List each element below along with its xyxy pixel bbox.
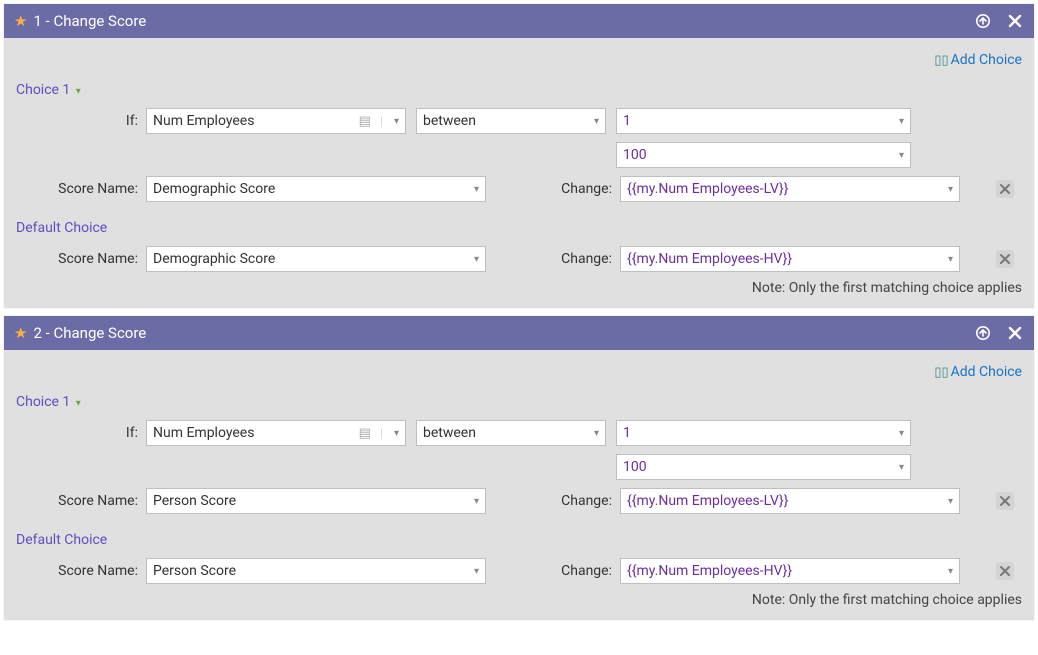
- default-score-name-select[interactable]: Person Score ▾: [146, 558, 486, 584]
- panel-header[interactable]: ★ 1 - Change Score: [4, 4, 1034, 38]
- change-select[interactable]: {{my.Num Employees-LV}} ▾: [620, 488, 960, 514]
- panel-header[interactable]: ★ 2 - Change Score: [4, 316, 1034, 350]
- note-text: Note: Only the first matching choice app…: [16, 280, 1022, 296]
- change-select[interactable]: {{my.Num Employees-LV}} ▾: [620, 176, 960, 202]
- add-choice-button[interactable]: ▯▯Add Choice: [934, 52, 1022, 68]
- change-label: Change:: [556, 493, 620, 509]
- score-name-value: Person Score: [153, 493, 468, 509]
- panel-title: 2 - Change Score: [33, 324, 974, 342]
- default-change-value: {{my.Num Employees-HV}}: [627, 563, 942, 579]
- chevron-down-icon: ▾: [76, 398, 81, 409]
- value-from-select[interactable]: 1 ▾: [616, 108, 911, 134]
- operator-select[interactable]: between ▾: [416, 108, 606, 134]
- change-label: Change:: [556, 251, 620, 267]
- panel-title: 1 - Change Score: [33, 12, 974, 30]
- score-name-select[interactable]: Demographic Score ▾: [146, 176, 486, 202]
- attribute-select[interactable]: Num Employees ▤ ▾: [146, 108, 406, 134]
- move-up-icon[interactable]: [974, 324, 992, 342]
- if-label: If:: [16, 425, 146, 441]
- value-to: 100: [623, 147, 893, 163]
- delete-default-button[interactable]: [996, 562, 1014, 580]
- chevron-down-icon: ▾: [899, 428, 904, 439]
- add-choice-icon: ▯▯: [934, 365, 948, 380]
- notebook-icon: ▤: [359, 114, 371, 129]
- choice-heading-text: Choice 1: [16, 394, 70, 410]
- panel-body: ▯▯Add Choice Choice 1 ▾ If: Num Employee…: [4, 350, 1034, 620]
- chevron-down-icon: ▾: [394, 428, 399, 439]
- chevron-down-icon: ▾: [474, 184, 479, 195]
- score-name-value: Demographic Score: [153, 181, 468, 197]
- operator-select[interactable]: between ▾: [416, 420, 606, 446]
- chevron-down-icon: ▾: [948, 496, 953, 507]
- chevron-down-icon: ▾: [899, 462, 904, 473]
- chevron-down-icon: ▾: [76, 86, 81, 97]
- flow-step-panel: ★ 2 - Change Score ▯▯Add Choice Choice 1…: [4, 316, 1034, 620]
- change-label: Change:: [556, 563, 620, 579]
- chevron-down-icon: ▾: [394, 116, 399, 127]
- value-to: 100: [623, 459, 893, 475]
- chevron-down-icon: ▾: [594, 428, 599, 439]
- close-icon[interactable]: [1006, 12, 1024, 30]
- chevron-down-icon: ▾: [474, 496, 479, 507]
- default-choice-heading: Default Choice: [16, 220, 1022, 236]
- chevron-down-icon: ▾: [594, 116, 599, 127]
- value-to-select[interactable]: 100 ▾: [616, 142, 911, 168]
- choice-heading[interactable]: Choice 1 ▾: [16, 82, 1022, 98]
- chevron-down-icon: ▾: [948, 184, 953, 195]
- close-icon[interactable]: [1006, 324, 1024, 342]
- note-text: Note: Only the first matching choice app…: [16, 592, 1022, 608]
- operator-value: between: [423, 425, 588, 441]
- score-name-label: Score Name:: [16, 251, 146, 267]
- chevron-down-icon: ▾: [899, 116, 904, 127]
- notebook-icon: ▤: [359, 426, 371, 441]
- add-choice-label: Add Choice: [951, 52, 1022, 68]
- operator-value: between: [423, 113, 588, 129]
- delete-choice-button[interactable]: [996, 492, 1014, 510]
- star-icon: ★: [14, 324, 27, 342]
- star-icon: ★: [14, 12, 27, 30]
- add-choice-button[interactable]: ▯▯Add Choice: [934, 364, 1022, 380]
- chevron-down-icon: ▾: [948, 566, 953, 577]
- chevron-down-icon: ▾: [948, 254, 953, 265]
- choice-heading-text: Choice 1: [16, 82, 70, 98]
- value-from: 1: [623, 113, 893, 129]
- change-label: Change:: [556, 181, 620, 197]
- default-change-select[interactable]: {{my.Num Employees-HV}} ▾: [620, 558, 960, 584]
- chevron-down-icon: ▾: [474, 566, 479, 577]
- score-name-select[interactable]: Person Score ▾: [146, 488, 486, 514]
- default-choice-heading: Default Choice: [16, 532, 1022, 548]
- flow-step-panel: ★ 1 - Change Score ▯▯Add Choice Choice 1…: [4, 4, 1034, 308]
- attribute-value: Num Employees: [153, 113, 359, 129]
- delete-default-button[interactable]: [996, 250, 1014, 268]
- default-change-select[interactable]: {{my.Num Employees-HV}} ▾: [620, 246, 960, 272]
- attribute-value: Num Employees: [153, 425, 359, 441]
- default-score-name-select[interactable]: Demographic Score ▾: [146, 246, 486, 272]
- score-name-label: Score Name:: [16, 563, 146, 579]
- score-name-label: Score Name:: [16, 493, 146, 509]
- value-from-select[interactable]: 1 ▾: [616, 420, 911, 446]
- choice-heading[interactable]: Choice 1 ▾: [16, 394, 1022, 410]
- default-score-name-value: Person Score: [153, 563, 468, 579]
- move-up-icon[interactable]: [974, 12, 992, 30]
- chevron-down-icon: ▾: [899, 150, 904, 161]
- change-value: {{my.Num Employees-LV}}: [627, 181, 942, 197]
- add-choice-icon: ▯▯: [934, 53, 948, 68]
- if-label: If:: [16, 113, 146, 129]
- panel-actions: [974, 324, 1024, 342]
- attribute-select[interactable]: Num Employees ▤ ▾: [146, 420, 406, 446]
- panel-body: ▯▯Add Choice Choice 1 ▾ If: Num Employee…: [4, 38, 1034, 308]
- default-score-name-value: Demographic Score: [153, 251, 468, 267]
- score-name-label: Score Name:: [16, 181, 146, 197]
- delete-choice-button[interactable]: [996, 180, 1014, 198]
- add-choice-label: Add Choice: [951, 364, 1022, 380]
- change-value: {{my.Num Employees-LV}}: [627, 493, 942, 509]
- panel-actions: [974, 12, 1024, 30]
- chevron-down-icon: ▾: [474, 254, 479, 265]
- value-from: 1: [623, 425, 893, 441]
- value-to-select[interactable]: 100 ▾: [616, 454, 911, 480]
- default-change-value: {{my.Num Employees-HV}}: [627, 251, 942, 267]
